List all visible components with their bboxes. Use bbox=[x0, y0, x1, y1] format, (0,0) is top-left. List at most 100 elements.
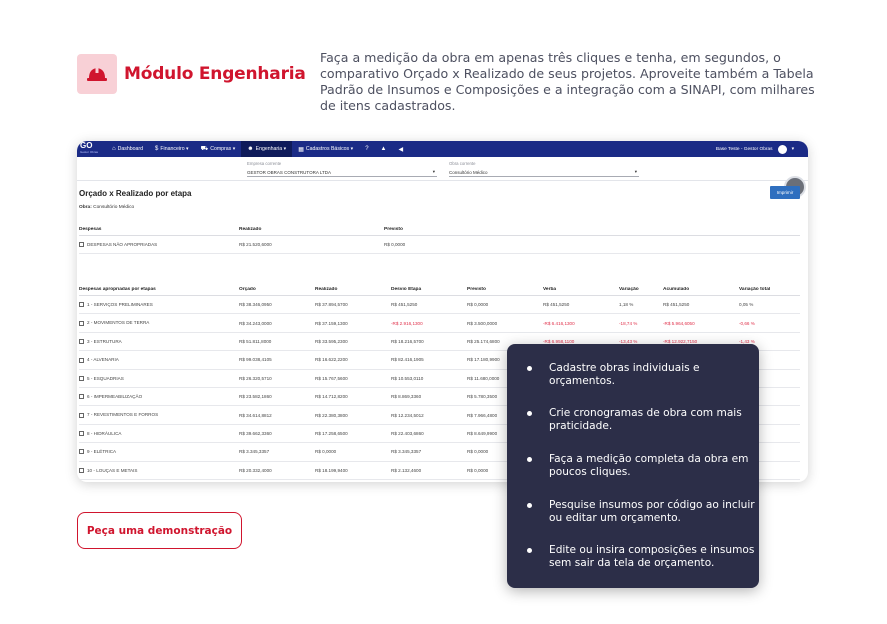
demo-request-button[interactable]: Peça uma demonstração bbox=[77, 512, 242, 549]
graduation-icon[interactable]: ▲ bbox=[375, 141, 393, 157]
edit-icon[interactable] bbox=[79, 320, 84, 326]
table-cell: R$ 39.662,3360 bbox=[239, 430, 272, 436]
edit-icon[interactable] bbox=[79, 431, 84, 437]
column-header: Acumulado bbox=[663, 287, 690, 292]
home-icon: ⌂ bbox=[112, 146, 116, 152]
hard-hat-icon bbox=[77, 54, 117, 94]
edit-icon[interactable] bbox=[79, 242, 84, 248]
table-cell: 4 - ALVENARIA bbox=[79, 357, 239, 363]
table-cell: R$ 82.416,1905 bbox=[391, 357, 424, 363]
table-cell: R$ 451,5250 bbox=[543, 302, 570, 308]
bullet-icon bbox=[527, 503, 532, 508]
table-cell: -R$ 2.916,1300 bbox=[391, 320, 423, 326]
context-selectors: Empresa corrente GESTOR OBRAS CONSTRUTOR… bbox=[77, 157, 808, 198]
table-cell: R$ 22.403,6860 bbox=[391, 430, 424, 436]
help-icon[interactable]: ? bbox=[359, 141, 374, 157]
table-cell: 3 - ESTRUTURA bbox=[79, 339, 239, 345]
dollar-icon: $ bbox=[155, 146, 159, 152]
table-cell: R$ 23.582,1860 bbox=[239, 394, 272, 400]
table-header: Despesas Realizado Previsto bbox=[79, 224, 800, 236]
table-cell: R$ 37.159,1300 bbox=[315, 320, 348, 326]
edit-icon[interactable] bbox=[79, 467, 84, 473]
table-cell: 9 - ELÉTRICA bbox=[79, 449, 239, 455]
table-cell: 7 - REVESTIMENTOS E FORROS bbox=[79, 412, 239, 418]
feature-item: Edite ou insira composições e insumos se… bbox=[527, 544, 759, 569]
table-cell: R$ 451,5250 bbox=[391, 302, 418, 308]
table-cell: R$ 33.595,2300 bbox=[315, 338, 348, 344]
company-label: Empresa corrente bbox=[247, 161, 282, 166]
work-label: Obra corrente bbox=[449, 161, 476, 166]
nav-financeiro[interactable]: $ Financeiro ▾ bbox=[149, 141, 195, 157]
page-title: Orçado x Realizado por etapa bbox=[79, 189, 192, 198]
edit-icon[interactable] bbox=[79, 449, 84, 455]
expenses-table: Despesas Realizado Previsto DESPESAS NÃO… bbox=[79, 224, 800, 255]
page: Módulo Engenharia Faça a medição da obra… bbox=[0, 0, 887, 624]
user-menu[interactable]: Base Teste - Gestor Obras ▾ bbox=[716, 144, 808, 154]
table-cell: R$ 17.258,6500 bbox=[315, 430, 348, 436]
bullet-icon bbox=[527, 411, 532, 416]
column-header: Variação bbox=[619, 287, 639, 292]
edit-icon[interactable] bbox=[79, 375, 84, 381]
table-cell: R$ 14.712,8200 bbox=[315, 394, 348, 400]
table-cell: 2 - MOVIMENTOS DE TERRA bbox=[79, 320, 239, 326]
avatar bbox=[777, 144, 787, 154]
obra-line: Obra: Consultório Médico bbox=[79, 205, 135, 210]
feature-item: Faça a medição completa da obra em pouco… bbox=[527, 453, 759, 478]
table-cell: R$ 15.767,5600 bbox=[315, 375, 348, 381]
bullet-icon bbox=[527, 548, 532, 553]
table-cell: R$ 18.199,9400 bbox=[315, 467, 348, 473]
nav-engenharia[interactable]: ☻ Engenharia ▾ bbox=[241, 141, 293, 157]
company-select[interactable]: Empresa corrente GESTOR OBRAS CONSTRUTOR… bbox=[247, 161, 437, 177]
features-card: Cadastre obras individuais e orçamentos.… bbox=[507, 344, 759, 588]
edit-icon[interactable] bbox=[79, 412, 84, 418]
table-cell: 8 - HIDRÁULICA bbox=[79, 431, 239, 437]
intro-text: Faça a medição da obra em apenas três cl… bbox=[320, 50, 815, 113]
nav-compras[interactable]: ⛟ Compras ▾ bbox=[195, 141, 242, 157]
column-header: Orçado bbox=[239, 287, 256, 292]
table-cell: R$ 99.038,4105 bbox=[239, 357, 272, 363]
column-header: Realizado bbox=[315, 287, 338, 292]
column-header: Desvio Etapa bbox=[391, 287, 422, 292]
table-cell: R$ 20.332,4000 bbox=[239, 467, 272, 473]
engineer-icon: ☻ bbox=[247, 146, 254, 152]
nav-cadastros[interactable]: ▦ Cadastros Básicos ▾ bbox=[292, 141, 359, 157]
grid-icon: ▦ bbox=[298, 146, 304, 153]
work-value: Consultório Médico bbox=[449, 169, 488, 175]
table-cell: R$ 18.216,5700 bbox=[391, 338, 424, 344]
work-select[interactable]: Obra corrente Consultório Médico ▾ bbox=[449, 161, 639, 177]
feature-item: Crie cronogramas de obra com mais pratic… bbox=[527, 407, 759, 432]
table-cell: R$ 3.345,3357 bbox=[239, 449, 270, 455]
bullet-icon bbox=[527, 457, 532, 462]
table-cell: R$ 51.811,8000 bbox=[239, 338, 272, 344]
table-cell: R$ 0,0000 bbox=[467, 302, 489, 308]
table-cell: R$ 37.894,5700 bbox=[315, 302, 348, 308]
megaphone-icon[interactable]: ◀ bbox=[392, 141, 409, 157]
table-cell: R$ 2.132,4600 bbox=[391, 467, 422, 473]
edit-icon[interactable] bbox=[79, 357, 84, 363]
print-button[interactable]: Imprimir bbox=[770, 186, 800, 199]
table-cell: 6 - IMPERMEABILIZAÇÃO bbox=[79, 394, 239, 400]
table-cell: 5 - ESQUADRIAS bbox=[79, 376, 239, 381]
table-cell: R$ 8.869,3360 bbox=[391, 394, 422, 400]
bullet-icon bbox=[527, 366, 532, 371]
table-cell: R$ 26.320,5710 bbox=[239, 375, 272, 381]
column-header: Previsto bbox=[467, 287, 486, 292]
table-row: DESPESAS NÃO APROPRIADAS R$ 21.520,6000 … bbox=[79, 236, 800, 255]
table-header: Despesas apropriadas por etapas Orçado Rea… bbox=[79, 284, 800, 296]
table-cell: R$ 22.380,3800 bbox=[315, 412, 348, 418]
table-cell: -0,66 % bbox=[739, 320, 755, 326]
edit-icon[interactable] bbox=[79, 339, 84, 345]
table-row: 2 - MOVIMENTOS DE TERRA R$ 34.243,0000 R$ … bbox=[79, 314, 800, 333]
table-cell: R$ 16.622,2200 bbox=[315, 357, 348, 363]
table-cell: -R$ 5.964,6050 bbox=[663, 320, 695, 326]
table-cell: R$ 451,5250 bbox=[663, 302, 690, 308]
module-title: Módulo Engenharia bbox=[124, 64, 306, 84]
edit-icon[interactable] bbox=[79, 302, 84, 308]
edit-icon[interactable] bbox=[79, 394, 84, 400]
nav-dashboard[interactable]: ⌂ Dashboard bbox=[106, 141, 149, 157]
table-cell: R$ 34.614,8812 bbox=[239, 412, 272, 418]
table-cell: 1,18 % bbox=[619, 302, 634, 308]
table-cell: R$ 12.234,5012 bbox=[391, 412, 424, 418]
table-cell: R$ 3.500,0000 bbox=[467, 320, 498, 326]
table-cell: R$ 38.346,0950 bbox=[239, 302, 272, 308]
